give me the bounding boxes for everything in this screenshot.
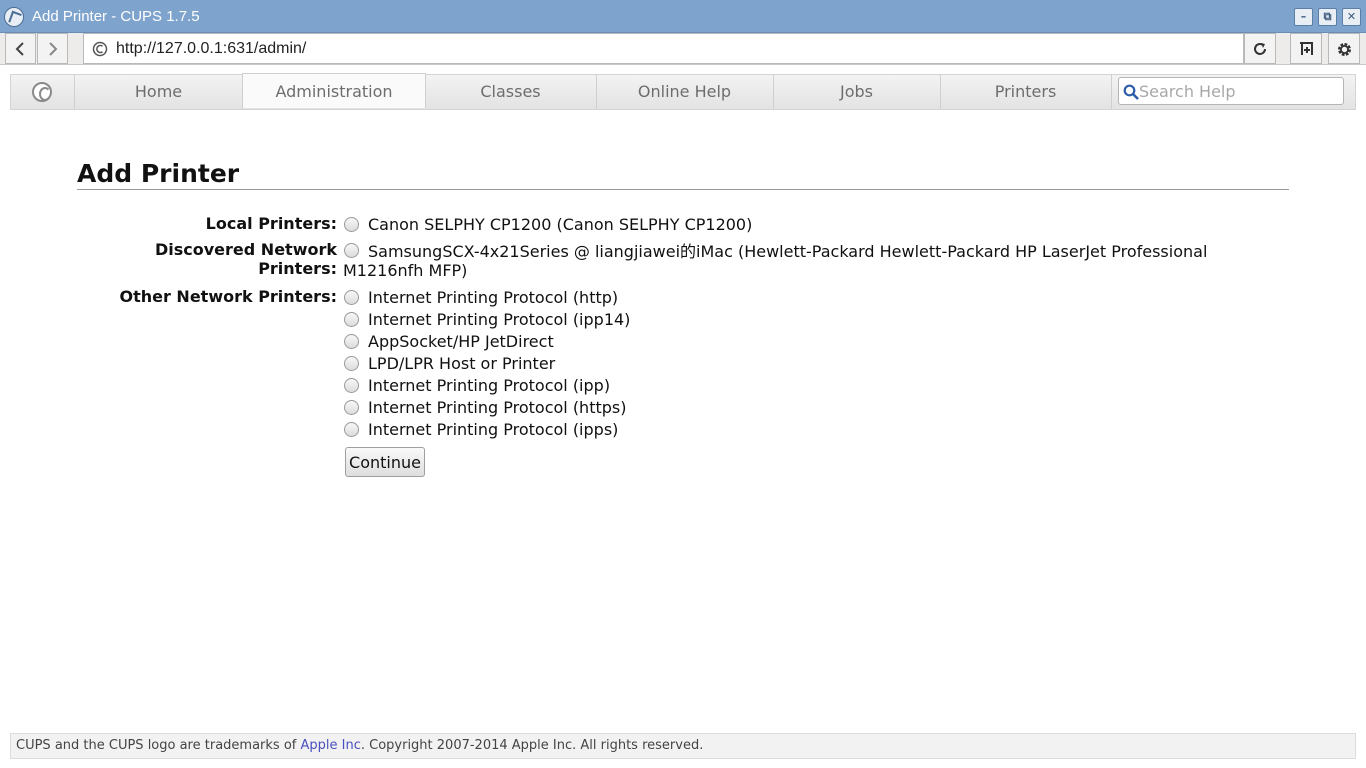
cups-logo-link[interactable] <box>11 75 75 109</box>
page-content: Home Administration Classes Online Help … <box>0 66 1366 768</box>
local-printers-label: Local Printers: <box>205 214 337 233</box>
search-help-input[interactable] <box>1139 81 1339 101</box>
tab-online-help[interactable]: Online Help <box>596 75 774 109</box>
window-title: Add Printer - CUPS 1.7.5 <box>32 8 200 25</box>
chevron-left-icon <box>15 42 24 56</box>
maximize-button[interactable]: ⧉ <box>1318 8 1337 26</box>
minimize-button[interactable]: – <box>1294 8 1313 26</box>
other-printers-label: Other Network Printers: <box>119 287 337 306</box>
other-printer-option[interactable]: AppSocket/HP JetDirect <box>344 331 554 351</box>
window-titlebar: Add Printer - CUPS 1.7.5 – ⧉ ✕ <box>0 0 1366 33</box>
radio-button[interactable] <box>344 216 359 232</box>
option-label: LPD/LPR Host or Printer <box>368 353 556 373</box>
tab-home[interactable]: Home <box>75 75 243 109</box>
title-divider <box>77 189 1289 190</box>
tab-printers[interactable]: Printers <box>940 75 1112 109</box>
back-button[interactable] <box>5 33 36 64</box>
option-label: Internet Printing Protocol (http) <box>368 287 619 307</box>
tab-jobs[interactable]: Jobs <box>773 75 941 109</box>
discovered-label-line1: Discovered Network <box>154 240 337 259</box>
page-title: Add Printer <box>77 159 240 188</box>
chevron-right-icon <box>49 42 58 56</box>
radio-button[interactable] <box>344 289 359 305</box>
option-label: Internet Printing Protocol (ipps) <box>368 419 619 439</box>
radio-button[interactable] <box>344 355 359 371</box>
cups-nav-bar: Home Administration Classes Online Help … <box>10 73 1356 110</box>
radio-button[interactable] <box>344 377 359 393</box>
cups-logo-icon <box>32 82 52 102</box>
radio-button[interactable] <box>344 311 359 327</box>
footer: CUPS and the CUPS logo are trademarks of… <box>10 733 1356 759</box>
continue-button[interactable]: Continue <box>345 447 425 477</box>
footer-prefix: CUPS and the CUPS logo are trademarks of <box>16 738 301 753</box>
reload-icon <box>1254 43 1266 55</box>
discovered-printers-label: Discovered Network Printers: <box>155 240 337 278</box>
close-button[interactable]: ✕ <box>1342 8 1361 26</box>
app-icon <box>4 7 24 27</box>
gear-icon <box>1338 43 1351 56</box>
option-label: Internet Printing Protocol (ipp14) <box>368 309 631 329</box>
radio-button[interactable] <box>344 333 359 349</box>
footer-suffix: . Copyright 2007-2014 Apple Inc. All rig… <box>360 738 704 753</box>
other-printer-option[interactable]: Internet Printing Protocol (ipp14) <box>344 309 630 329</box>
other-printer-option[interactable]: Internet Printing Protocol (http) <box>344 287 618 307</box>
radio-button[interactable] <box>344 399 359 415</box>
local-printer-option[interactable]: Canon SELPHY CP1200 (Canon SELPHY CP1200… <box>344 214 752 234</box>
search-help-box[interactable] <box>1118 77 1344 105</box>
reload-button[interactable] <box>1244 33 1276 64</box>
option-label: Internet Printing Protocol (ipp) <box>368 375 611 395</box>
settings-button[interactable] <box>1328 33 1360 64</box>
option-label: Canon SELPHY CP1200 (Canon SELPHY CP1200… <box>368 214 753 234</box>
discovered-label-line2: Printers: <box>258 259 337 278</box>
search-icon <box>1123 84 1139 100</box>
radio-button[interactable] <box>344 421 359 437</box>
other-printer-option[interactable]: Internet Printing Protocol (ipp) <box>344 375 610 395</box>
option-label: Internet Printing Protocol (https) <box>368 397 627 417</box>
option-label: AppSocket/HP JetDirect <box>368 331 554 351</box>
other-printer-option[interactable]: Internet Printing Protocol (ipps) <box>344 419 618 439</box>
other-printer-option[interactable]: Internet Printing Protocol (https) <box>344 397 626 417</box>
apple-inc-link[interactable]: Apple Inc <box>300 738 360 753</box>
add-bookmark-icon <box>1300 42 1313 55</box>
other-printer-option[interactable]: LPD/LPR Host or Printer <box>344 353 555 373</box>
browser-toolbar: http://127.0.0.1:631/admin/ <box>0 33 1366 65</box>
discovered-printer-label: SamsungSCX-4x21Series @ liangjiawei的iMac… <box>343 242 1208 280</box>
bookmark-button[interactable] <box>1290 33 1322 64</box>
site-icon <box>92 41 108 57</box>
tab-administration[interactable]: Administration <box>242 73 426 108</box>
tab-classes[interactable]: Classes <box>425 75 597 109</box>
forward-button[interactable] <box>37 33 68 64</box>
address-bar[interactable]: http://127.0.0.1:631/admin/ <box>83 33 1244 64</box>
url-text[interactable]: http://127.0.0.1:631/admin/ <box>116 40 306 58</box>
